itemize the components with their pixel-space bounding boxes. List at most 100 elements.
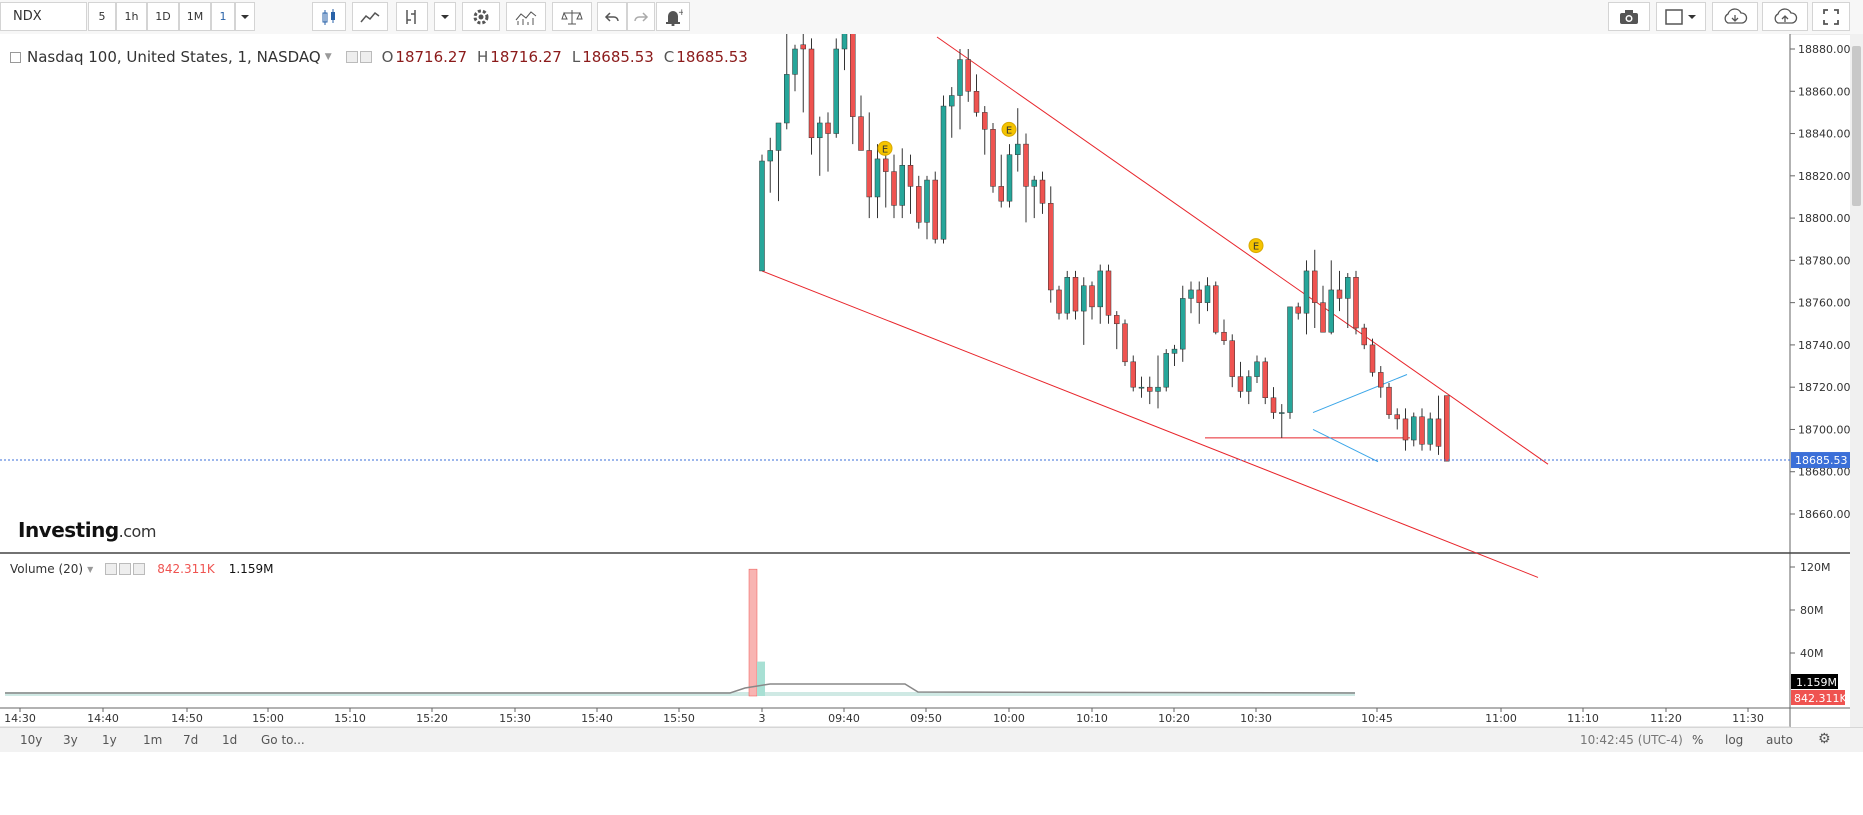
candle-body xyxy=(965,59,971,92)
line-chart-icon xyxy=(360,11,380,22)
alert-icon: + xyxy=(666,8,683,26)
earnings-marker-label: E xyxy=(1253,242,1259,253)
time-tick-label: 10:00 xyxy=(993,712,1025,725)
cloud-upload-button[interactable] xyxy=(1762,2,1808,31)
volume-tick-label: 120M xyxy=(1800,561,1831,574)
symbol-input[interactable]: NDX xyxy=(0,2,87,31)
fullscreen-icon xyxy=(1823,8,1839,25)
candle-body xyxy=(1353,277,1359,329)
time-tick-label: 14:30 xyxy=(4,712,36,725)
candle-body xyxy=(1246,376,1252,392)
alert-button[interactable]: + xyxy=(656,2,690,31)
auto-scale-button[interactable]: auto xyxy=(1766,733,1793,747)
gear-icon[interactable] xyxy=(119,563,132,575)
candle-body xyxy=(1213,285,1219,333)
time-tick-label: 11:10 xyxy=(1567,712,1599,725)
time-tick-label: 10:45 xyxy=(1361,712,1393,725)
candle-body xyxy=(841,34,848,50)
chevron-down-icon[interactable]: ▼ xyxy=(87,565,93,574)
candle-body xyxy=(891,171,897,206)
candle-body xyxy=(1427,418,1433,445)
volume-value-1: 842.311K xyxy=(157,562,215,576)
layout-button[interactable] xyxy=(1656,2,1706,31)
candle-body xyxy=(1444,395,1450,462)
redo-icon xyxy=(634,11,649,22)
legend-series-name: Nasdaq 100, United States, 1, NASDAQ xyxy=(27,48,321,66)
time-tick-label: 14:40 xyxy=(87,712,119,725)
indicators-icon xyxy=(515,10,537,25)
undo-button[interactable] xyxy=(597,2,627,31)
drawing-dropdown-button[interactable] xyxy=(434,2,456,31)
candle-body xyxy=(883,158,889,172)
camera-icon xyxy=(1620,9,1638,24)
current-time: 10:42:45 (UTC-4) xyxy=(1580,733,1683,747)
candle-body xyxy=(1138,386,1145,389)
earnings-marker-label: E xyxy=(882,144,888,155)
range-10y-button[interactable]: 10y xyxy=(20,733,42,747)
range-1m-button[interactable]: 1m xyxy=(143,733,162,747)
interval-5-button[interactable]: 5 xyxy=(88,2,116,31)
candle xyxy=(940,95,947,244)
volume-tick-label: 80M xyxy=(1800,604,1824,617)
time-tick-label: 15:00 xyxy=(252,712,284,725)
logo-domain: .com xyxy=(118,522,157,541)
interval-1m-button[interactable]: 1M xyxy=(179,2,211,31)
candle-body xyxy=(1320,302,1326,333)
close-icon[interactable] xyxy=(133,563,146,575)
last-price-label: 18685.53 xyxy=(1795,454,1848,467)
line-chart-button[interactable] xyxy=(352,2,388,31)
time-tick-label: 11:30 xyxy=(1732,712,1764,725)
candle-body xyxy=(1171,348,1178,354)
goto-button[interactable]: Go to... xyxy=(261,733,305,747)
gear-icon[interactable] xyxy=(359,51,372,63)
range-3y-button[interactable]: 3y xyxy=(63,733,78,747)
time-tick-label: 11:20 xyxy=(1650,712,1682,725)
chevron-down-icon[interactable]: ▼ xyxy=(325,52,332,62)
candles-button[interactable] xyxy=(312,2,346,31)
gear-icon[interactable]: ⚙ xyxy=(1818,731,1831,747)
drawing-tool-button[interactable] xyxy=(396,2,428,31)
eye-icon[interactable] xyxy=(105,563,118,575)
low-value: 18685.53 xyxy=(582,48,654,66)
screenshot-button[interactable] xyxy=(1608,2,1650,31)
candle-body xyxy=(982,112,988,130)
time-tick-label: 10:30 xyxy=(1240,712,1272,725)
interval-1d-button[interactable]: 1D xyxy=(147,2,179,31)
collapse-legend-icon[interactable] xyxy=(10,51,21,63)
log-scale-button[interactable]: log xyxy=(1725,733,1743,747)
candle-body xyxy=(1163,353,1169,388)
range-1y-button[interactable]: 1y xyxy=(102,733,117,747)
candle-body xyxy=(1155,386,1161,392)
time-tick-label: 15:40 xyxy=(581,712,613,725)
fullscreen-button[interactable] xyxy=(1812,2,1850,31)
interval-1-button[interactable]: 1 xyxy=(211,2,235,31)
candle xyxy=(1048,186,1054,303)
close-value: 18685.53 xyxy=(676,48,748,66)
settings-button[interactable] xyxy=(462,2,500,31)
candle-body xyxy=(1188,289,1194,299)
range-1d-button[interactable]: 1d xyxy=(222,733,237,747)
price-tick-label: 18740.00 xyxy=(1798,339,1851,352)
range-7d-button[interactable]: 7d xyxy=(183,733,198,747)
volume-legend: Volume (20) ▼ 842.311K 1.159M xyxy=(10,562,273,576)
candle-body xyxy=(858,116,864,151)
interval-1h-button[interactable]: 1h xyxy=(116,2,147,31)
indicators-button[interactable] xyxy=(506,2,546,31)
candle-body xyxy=(1254,361,1260,377)
cloud-download-button[interactable] xyxy=(1712,2,1758,31)
eye-icon[interactable] xyxy=(345,51,358,63)
candle-body xyxy=(1303,270,1310,314)
volume-spike-down xyxy=(748,568,758,697)
chart-canvas[interactable]: 18880.00 18860.00 18840.00 18820.00 18800.00… xyxy=(0,34,1863,727)
compare-button[interactable] xyxy=(552,2,592,31)
time-tick-label: 14:50 xyxy=(171,712,203,725)
volume-spike-up xyxy=(757,661,765,696)
interval-dropdown-button[interactable] xyxy=(235,2,255,31)
time-tick-label: 15:20 xyxy=(416,712,448,725)
time-tick-label: 10:10 xyxy=(1076,712,1108,725)
redo-button[interactable] xyxy=(627,2,655,31)
high-value: 18716.27 xyxy=(490,48,562,66)
percent-scale-button[interactable]: % xyxy=(1692,733,1703,747)
candle-body xyxy=(1031,179,1037,187)
candle-body xyxy=(1402,418,1409,441)
